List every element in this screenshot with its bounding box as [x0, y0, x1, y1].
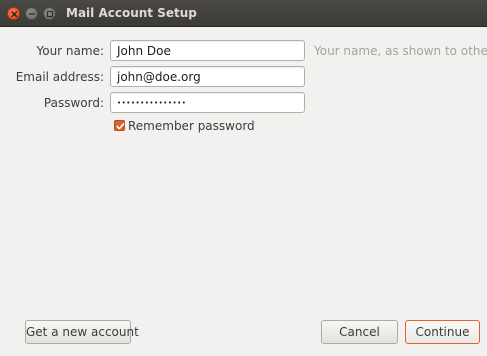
minimize-window-button[interactable] — [25, 7, 38, 20]
cancel-button[interactable]: Cancel — [321, 320, 398, 344]
password-label: Password: — [43, 96, 104, 110]
maximize-window-button[interactable] — [43, 7, 56, 20]
name-field[interactable]: John Doe — [110, 40, 305, 61]
remember-password-checkbox[interactable] — [114, 120, 125, 131]
mail-account-setup-window: Mail Account Setup Your name: John Doe Y… — [0, 0, 487, 356]
checkmark-icon — [116, 123, 125, 130]
minimize-icon — [28, 13, 36, 15]
get-new-account-button[interactable]: Get a new account — [25, 320, 139, 344]
name-hint: Your name, as shown to others — [314, 44, 487, 58]
close-window-button[interactable] — [7, 7, 20, 20]
password-field[interactable]: ••••••••••••••• — [110, 92, 305, 113]
close-icon — [11, 11, 18, 18]
name-label: Your name: — [36, 44, 104, 58]
title-bar: Mail Account Setup — [0, 0, 487, 27]
email-field[interactable]: john@doe.org — [110, 66, 305, 87]
window-title: Mail Account Setup — [66, 6, 197, 20]
email-label: Email address: — [15, 70, 104, 84]
remember-password-label: Remember password — [128, 119, 255, 133]
continue-button[interactable]: Continue — [405, 320, 480, 344]
maximize-icon — [46, 10, 54, 18]
